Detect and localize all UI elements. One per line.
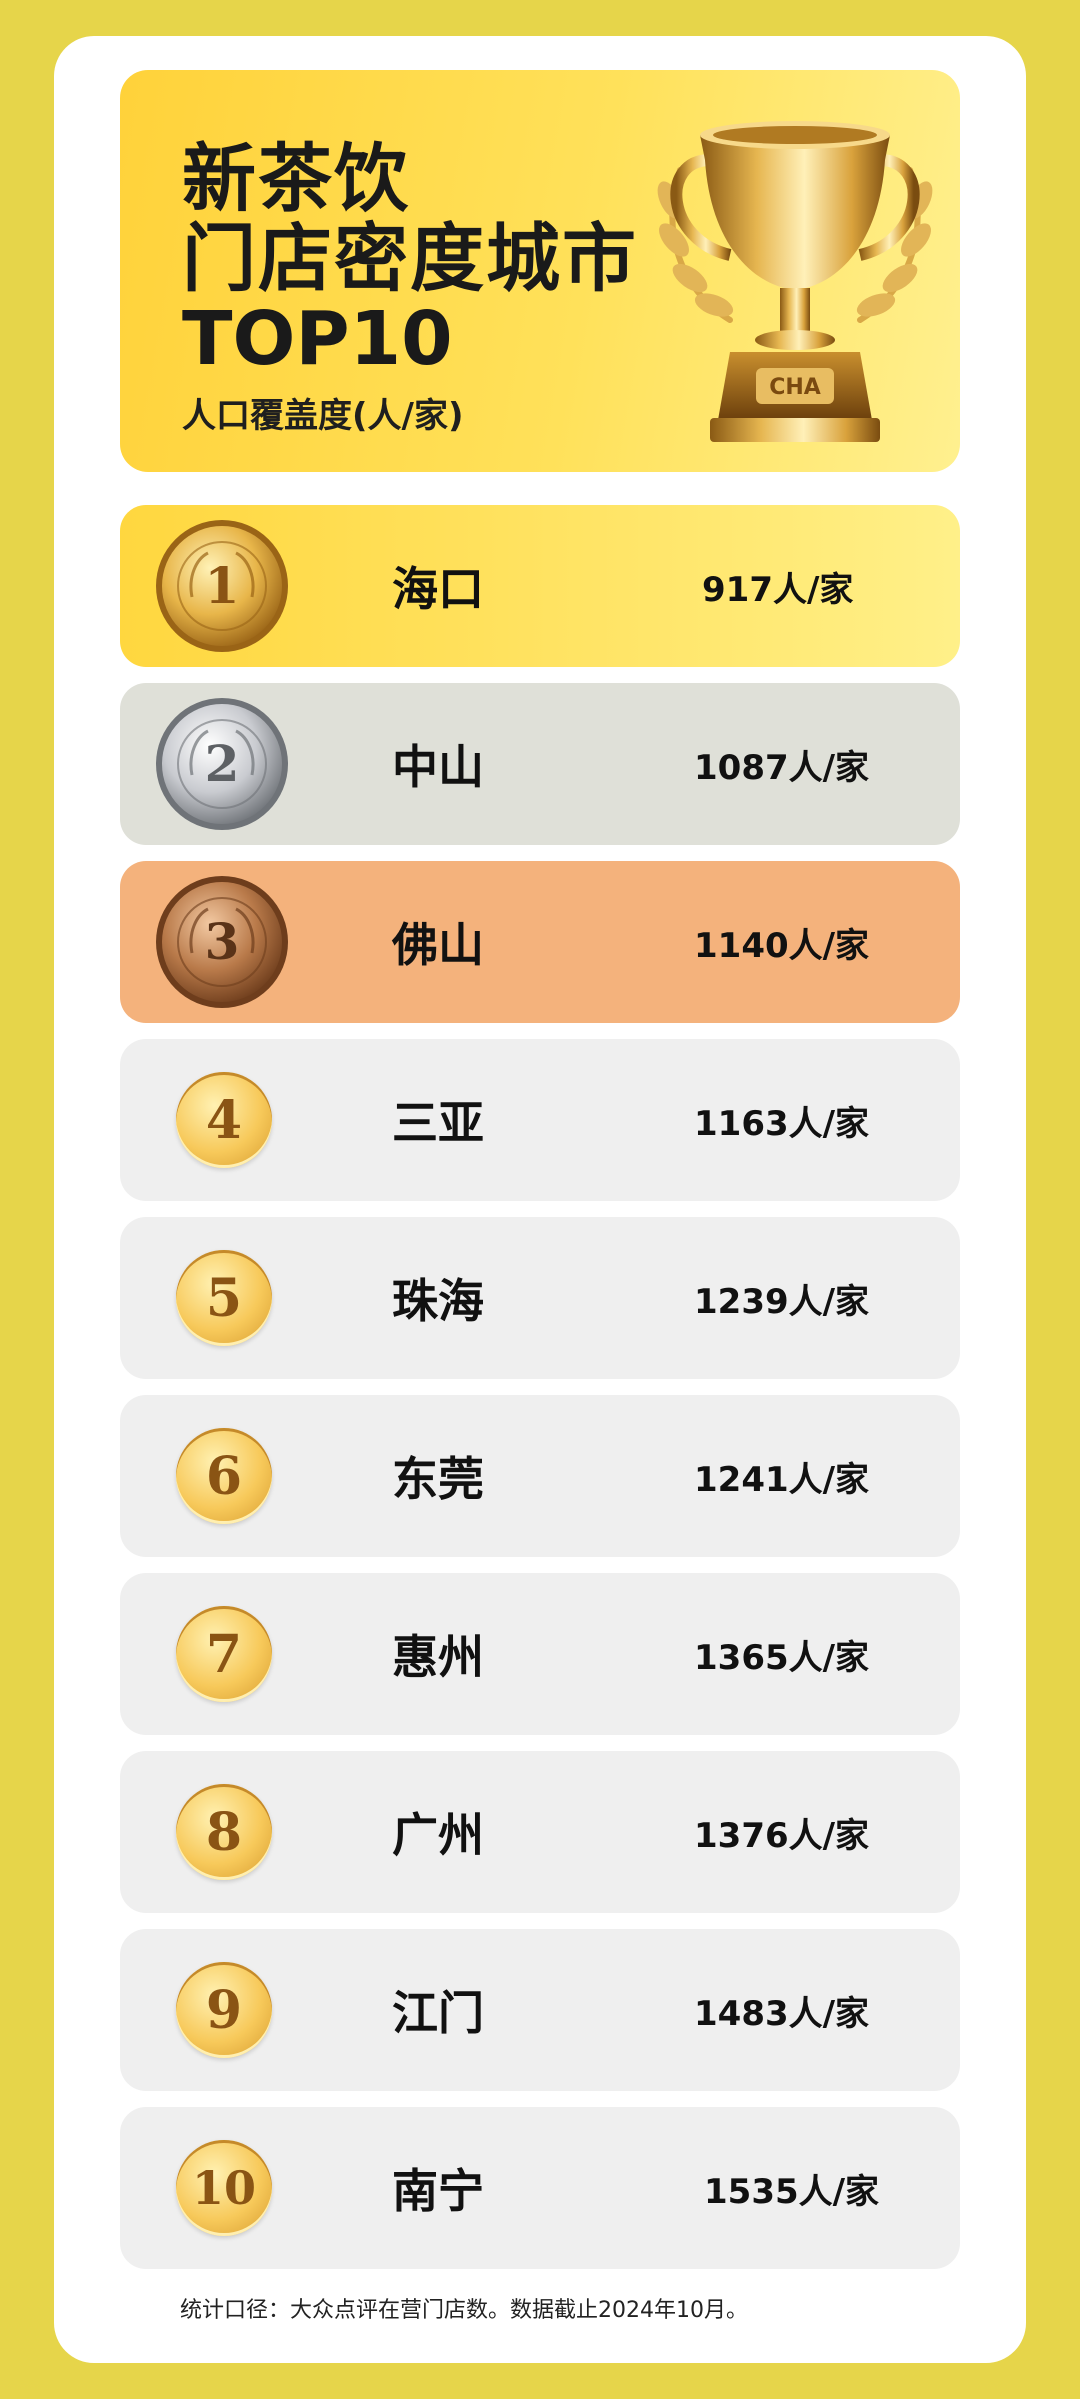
ranking-row: 1 海口 917人/家 xyxy=(120,505,960,667)
coverage-value: 1163人/家 xyxy=(694,1103,870,1144)
ranking-row: 10 南宁 1535人/家 xyxy=(120,2107,960,2269)
title-line-1: 新茶饮 xyxy=(182,136,410,222)
coverage-value: 1365人/家 xyxy=(694,1637,870,1678)
coverage-value: 1483人/家 xyxy=(694,1993,870,2034)
city-name: 三亚 xyxy=(392,1096,484,1150)
city-name: 中山 xyxy=(392,740,484,794)
ranking-row: 6 东莞 1241人/家 xyxy=(120,1395,960,1557)
rank-number: 7 xyxy=(205,1623,243,1685)
title-line-2: 门店密度城市 xyxy=(182,215,638,302)
trophy-label: CHA xyxy=(769,375,821,400)
ranking-row: 4 三亚 1163人/家 xyxy=(120,1039,960,1201)
rank-number: 1 xyxy=(205,556,240,615)
silver-medal-icon: 2 xyxy=(156,698,288,830)
page-title: 新茶饮 门店密度城市 TOP10 xyxy=(182,136,638,382)
rank-number: 2 xyxy=(205,734,240,793)
coverage-value: 1140人/家 xyxy=(694,925,870,966)
gold-medal-icon: 1 xyxy=(156,520,288,652)
ranking-row: 8 广州 1376人/家 xyxy=(120,1751,960,1913)
rank-number: 10 xyxy=(191,2161,256,2215)
rank-badge-icon: 8 xyxy=(176,1784,272,1880)
rank-number: 3 xyxy=(205,912,240,971)
rank-badge-icon: 9 xyxy=(176,1962,272,2058)
coverage-value: 1239人/家 xyxy=(694,1281,870,1322)
city-name: 佛山 xyxy=(392,918,484,972)
rank-number: 9 xyxy=(205,1979,243,2041)
coverage-value: 1535人/家 xyxy=(704,2171,880,2212)
rank-badge-icon: 4 xyxy=(176,1072,272,1168)
rank-badge-icon: 6 xyxy=(176,1428,272,1524)
city-name: 惠州 xyxy=(392,1630,484,1684)
hero-banner: 新茶饮 门店密度城市 TOP10 人口覆盖度(人/家) CHA xyxy=(120,70,960,472)
city-name: 广州 xyxy=(392,1808,484,1862)
rank-number: 5 xyxy=(205,1267,243,1329)
city-name: 海口 xyxy=(392,562,484,616)
city-name: 南宁 xyxy=(392,2164,484,2218)
rank-number: 4 xyxy=(205,1089,243,1151)
page-subtitle: 人口覆盖度(人/家) xyxy=(182,396,464,436)
rank-badge-icon: 10 xyxy=(176,2140,272,2236)
city-name: 江门 xyxy=(392,1986,484,2040)
footnote: 统计口径：大众点评在营门店数。数据截止2024年10月。 xyxy=(180,2298,748,2323)
ranking-row: 9 江门 1483人/家 xyxy=(120,1929,960,2091)
coverage-value: 1376人/家 xyxy=(694,1815,870,1856)
rank-badge-icon: 7 xyxy=(176,1606,272,1702)
rank-number: 6 xyxy=(205,1445,243,1507)
trophy-icon: CHA xyxy=(657,121,933,442)
city-name: 东莞 xyxy=(392,1452,484,1506)
title-line-3: TOP10 xyxy=(182,295,453,382)
ranking-row: 3 佛山 1140人/家 xyxy=(120,861,960,1023)
bronze-medal-icon: 3 xyxy=(156,876,288,1008)
rank-number: 8 xyxy=(205,1801,243,1863)
coverage-value: 1087人/家 xyxy=(694,747,870,788)
ranking-row: 7 惠州 1365人/家 xyxy=(120,1573,960,1735)
coverage-value: 917人/家 xyxy=(702,569,854,610)
city-name: 珠海 xyxy=(392,1274,484,1328)
ranking-row: 2 中山 1087人/家 xyxy=(120,683,960,845)
ranking-row: 5 珠海 1239人/家 xyxy=(120,1217,960,1379)
coverage-value: 1241人/家 xyxy=(694,1459,870,1500)
rank-badge-icon: 5 xyxy=(176,1250,272,1346)
